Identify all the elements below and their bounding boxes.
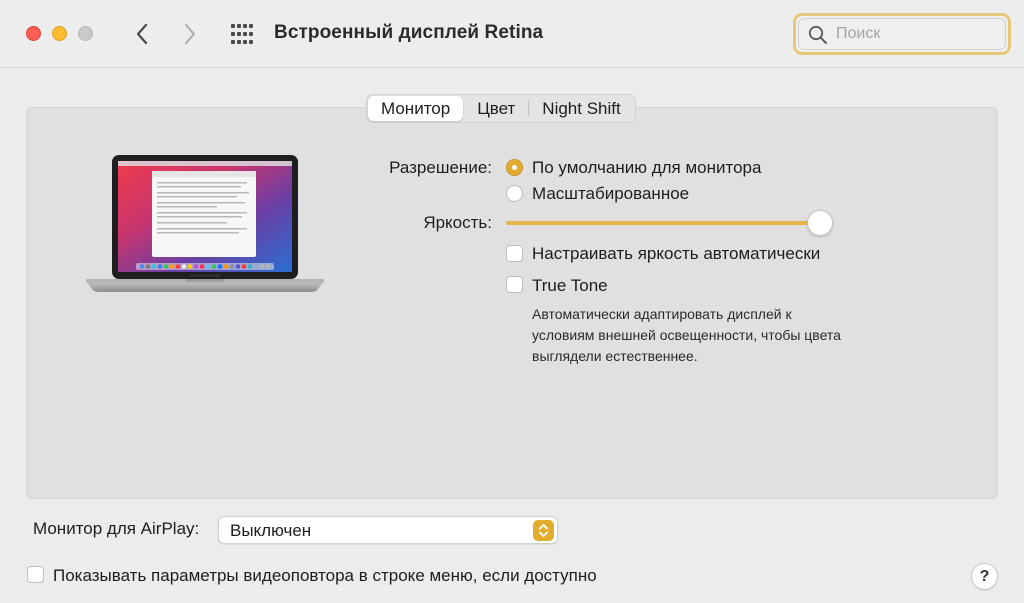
mirroring-menu-label[interactable]: Показывать параметры видеоповтора в стро… bbox=[53, 566, 597, 586]
brightness-slider-knob[interactable] bbox=[807, 210, 833, 236]
up-down-chevron-icon bbox=[533, 520, 554, 541]
toolbar: Встроенный дисплей Retina bbox=[0, 0, 1024, 68]
true-tone-label[interactable]: True Tone bbox=[532, 276, 608, 296]
resolution-label: Разрешение: bbox=[389, 158, 492, 177]
grid-icon bbox=[231, 24, 253, 44]
resolution-scaled-label[interactable]: Масштабированное bbox=[532, 184, 689, 204]
brightness-slider[interactable] bbox=[506, 210, 833, 236]
true-tone-checkbox[interactable] bbox=[506, 276, 523, 293]
brightness-label: Яркость: bbox=[423, 213, 492, 232]
search-icon bbox=[808, 25, 827, 44]
minimize-window-button[interactable] bbox=[52, 26, 67, 41]
close-window-button[interactable] bbox=[26, 26, 41, 41]
tab-bar: Монитор Цвет Night Shift bbox=[366, 94, 636, 123]
search-input[interactable] bbox=[836, 23, 996, 45]
resolution-default-radio[interactable] bbox=[506, 159, 523, 176]
airplay-popup[interactable]: Выключен bbox=[218, 516, 558, 544]
auto-brightness-checkbox[interactable] bbox=[506, 245, 523, 262]
search-field[interactable] bbox=[793, 13, 1011, 55]
laptop-illustration bbox=[86, 155, 324, 292]
show-all-button[interactable] bbox=[228, 21, 256, 47]
airplay-label: Монитор для AirPlay: bbox=[33, 519, 200, 538]
airplay-popup-value: Выключен bbox=[230, 521, 312, 540]
zoom-window-button[interactable] bbox=[78, 26, 93, 41]
auto-brightness-label[interactable]: Настраивать яркость автоматически bbox=[532, 244, 820, 264]
back-button[interactable] bbox=[128, 19, 156, 49]
resolution-scaled-radio[interactable] bbox=[506, 185, 523, 202]
chevron-right-icon bbox=[184, 23, 196, 45]
tab-monitor[interactable]: Монитор bbox=[368, 96, 464, 121]
brightness-slider-fill bbox=[506, 221, 832, 225]
window-title: Встроенный дисплей Retina bbox=[274, 22, 544, 43]
tab-color[interactable]: Цвет bbox=[464, 96, 528, 121]
chevron-left-icon bbox=[136, 23, 148, 45]
forward-button[interactable] bbox=[176, 19, 204, 49]
system-preferences-window: Встроенный дисплей Retina Монитор Цвет N… bbox=[0, 0, 1024, 603]
resolution-default-label[interactable]: По умолчанию для монитора bbox=[532, 158, 761, 178]
mirroring-menu-checkbox[interactable] bbox=[27, 566, 44, 583]
tab-night-shift[interactable]: Night Shift bbox=[529, 96, 633, 121]
true-tone-description: Автоматически адаптировать дисплей к усл… bbox=[532, 306, 841, 364]
help-button[interactable]: ? bbox=[971, 563, 998, 590]
